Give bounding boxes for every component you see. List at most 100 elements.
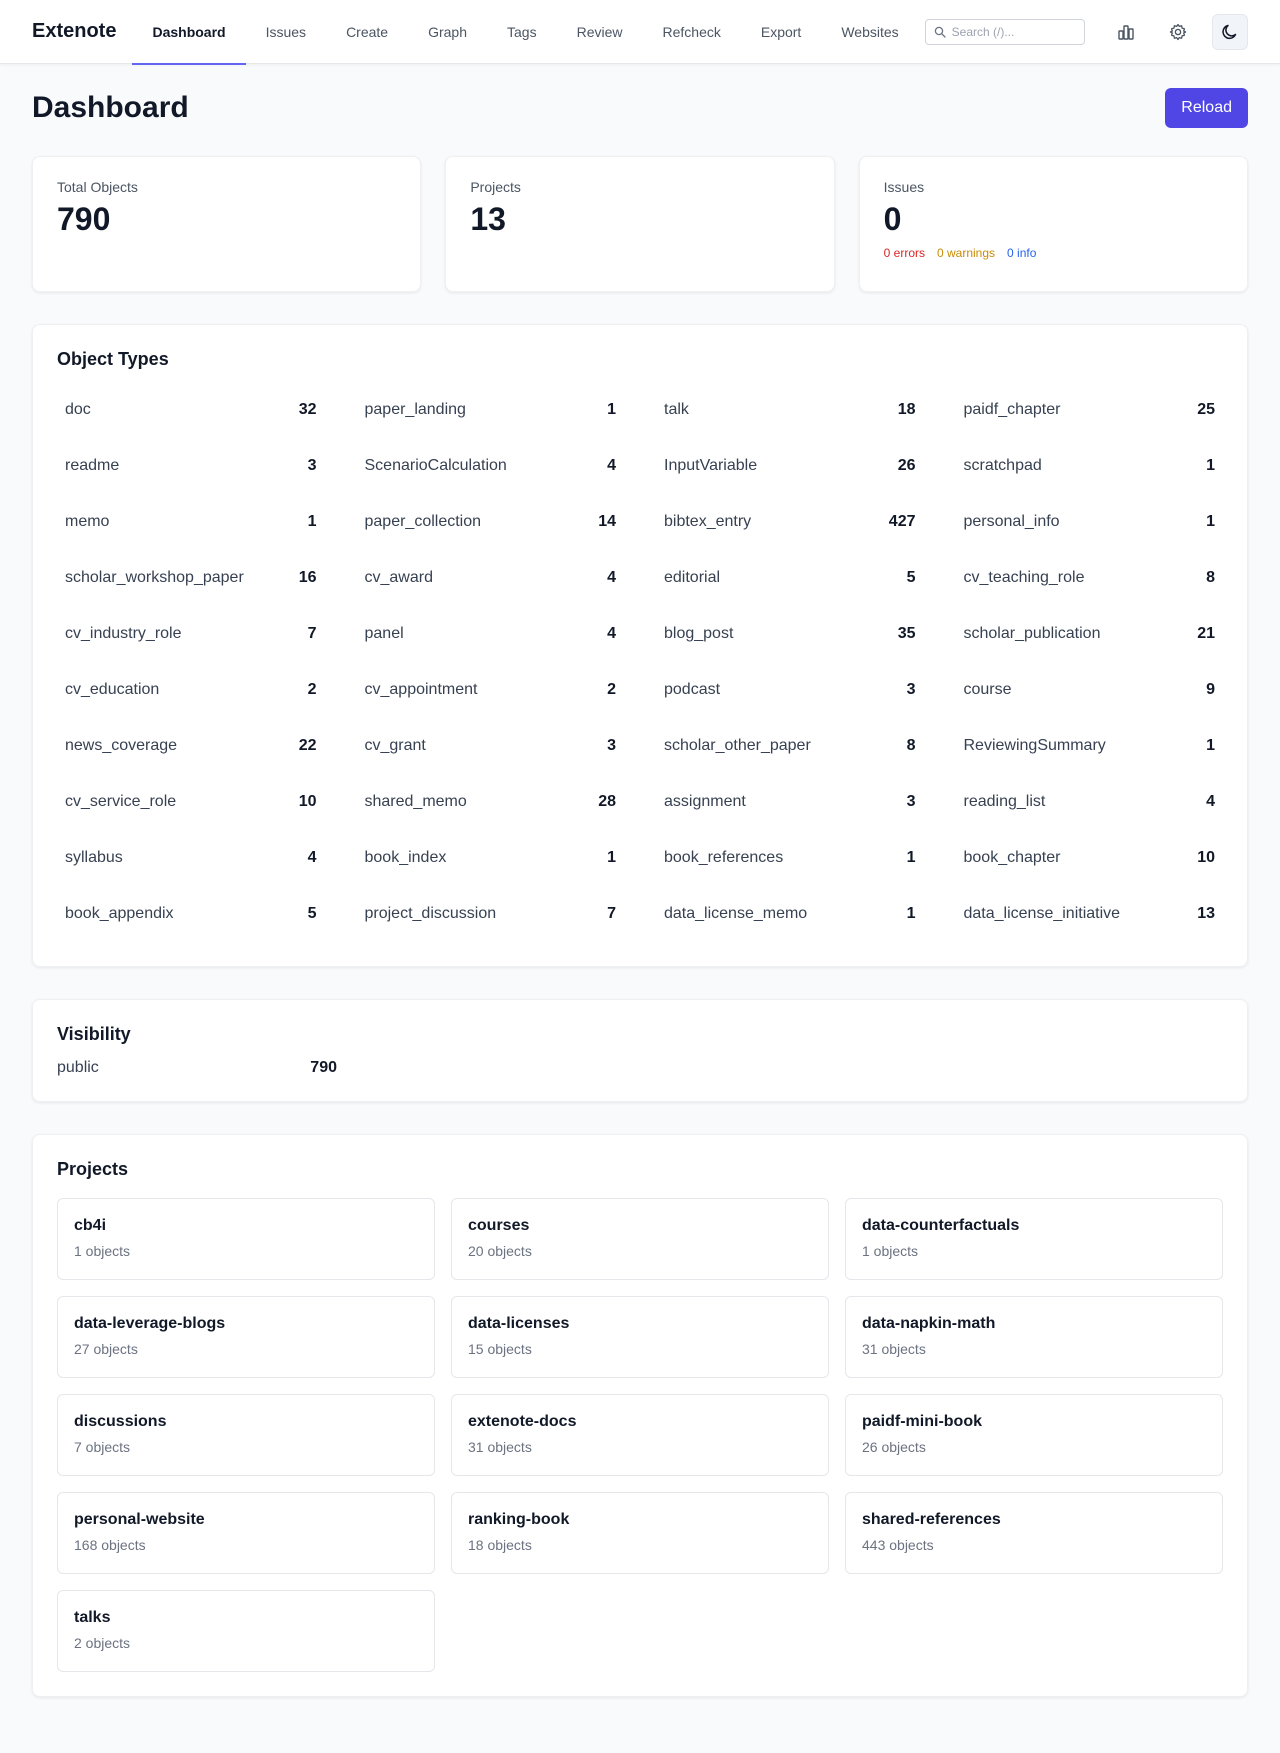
object-type-row[interactable]: blog_post 35: [656, 606, 924, 662]
object-type-row[interactable]: ScenarioCalculation 4: [357, 438, 625, 494]
bar-chart-icon: [1118, 24, 1134, 40]
object-type-row[interactable]: scholar_publication 21: [956, 606, 1224, 662]
object-type-row[interactable]: cv_service_role 10: [57, 774, 325, 830]
project-card[interactable]: data-leverage-blogs 27 objects: [57, 1296, 435, 1378]
projects-panel: Projects cb4i 1 objects courses 20 objects d…: [32, 1134, 1248, 1697]
project-card[interactable]: paidf-mini-book 26 objects: [845, 1394, 1223, 1476]
issues-card[interactable]: Issues 0 0 errors 0 warnings 0 info: [858, 156, 1248, 292]
object-type-count: 5: [906, 569, 916, 586]
object-type-count: 4: [607, 569, 616, 586]
reload-button[interactable]: Reload: [1165, 88, 1248, 128]
object-type-row[interactable]: scratchpad 1: [956, 438, 1224, 494]
object-type-row[interactable]: paidf_chapter 25: [956, 382, 1224, 438]
object-type-row[interactable]: personal_info 1: [956, 494, 1224, 550]
project-card[interactable]: cb4i 1 objects: [57, 1198, 435, 1280]
object-type-name: cv_award: [364, 569, 433, 586]
object-type-name: cv_education: [65, 681, 160, 698]
nav-issues[interactable]: Issues: [246, 0, 326, 64]
object-type-row[interactable]: podcast 3: [656, 662, 924, 718]
project-card[interactable]: courses 20 objects: [451, 1198, 829, 1280]
project-name: extenote-docs: [468, 1413, 577, 1430]
object-type-count: 7: [307, 625, 317, 642]
project-card[interactable]: personal-website 168 objects: [57, 1492, 435, 1574]
object-type-row[interactable]: InputVariable 26: [656, 438, 924, 494]
gear-icon: [1169, 23, 1187, 40]
object-type-row[interactable]: scholar_workshop_paper 16: [57, 550, 325, 606]
object-type-row[interactable]: ReviewingSummary 1: [956, 718, 1224, 774]
object-type-row[interactable]: data_license_memo 1: [656, 886, 924, 942]
project-card[interactable]: discussions 7 objects: [57, 1394, 435, 1476]
object-type-row[interactable]: cv_industry_role 7: [57, 606, 325, 662]
visibility-count: 790: [310, 1059, 337, 1076]
project-object-count: 20 objects: [468, 1243, 532, 1259]
object-type-name: panel: [364, 625, 404, 642]
object-type-row[interactable]: bibtex_entry 427: [656, 494, 924, 550]
nav-export[interactable]: Export: [741, 0, 821, 64]
object-type-name: podcast: [664, 681, 721, 698]
object-types-panel: Object Types doc 32 paper_landing 1 talk 18 pa…: [32, 324, 1248, 967]
stats-row: Total Objects 790 Projects 13 Issues 0 0…: [32, 156, 1248, 292]
settings-button[interactable]: [1160, 14, 1196, 50]
object-type-row[interactable]: book_appendix 5: [57, 886, 325, 942]
stat-value: 13: [470, 201, 506, 237]
object-type-row[interactable]: panel 4: [357, 606, 625, 662]
nav-websites[interactable]: Websites: [821, 0, 918, 64]
object-type-row[interactable]: data_license_initiative 13: [956, 886, 1224, 942]
object-type-row[interactable]: project_discussion 7: [357, 886, 625, 942]
nav-dashboard[interactable]: Dashboard: [132, 0, 246, 65]
object-type-row[interactable]: cv_grant 3: [357, 718, 625, 774]
object-type-count: 1: [906, 905, 916, 922]
project-name: talks: [74, 1609, 111, 1626]
object-type-row[interactable]: scholar_other_paper 8: [656, 718, 924, 774]
object-type-name: paper_collection: [364, 513, 482, 530]
object-type-name: project_discussion: [364, 905, 497, 922]
search-input[interactable]: [951, 24, 1072, 39]
object-type-row[interactable]: talk 18: [656, 382, 924, 438]
object-type-name: cv_service_role: [65, 793, 177, 810]
stats-button[interactable]: [1108, 14, 1144, 50]
object-type-row[interactable]: cv_award 4: [357, 550, 625, 606]
object-type-row[interactable]: paper_collection 14: [357, 494, 625, 550]
object-type-count: 3: [307, 457, 317, 474]
object-type-row[interactable]: news_coverage 22: [57, 718, 325, 774]
object-type-row[interactable]: memo 1: [57, 494, 325, 550]
object-type-row[interactable]: book_index 1: [357, 830, 625, 886]
object-type-row[interactable]: editorial 5: [656, 550, 924, 606]
project-card[interactable]: extenote-docs 31 objects: [451, 1394, 829, 1476]
project-card[interactable]: ranking-book 18 objects: [451, 1492, 829, 1574]
object-type-row[interactable]: reading_list 4: [956, 774, 1224, 830]
nav-refcheck[interactable]: Refcheck: [643, 0, 741, 64]
object-type-row[interactable]: cv_appointment 2: [357, 662, 625, 718]
object-type-row[interactable]: cv_education 2: [57, 662, 325, 718]
object-type-name: news_coverage: [65, 737, 178, 754]
object-type-row[interactable]: syllabus 4: [57, 830, 325, 886]
object-type-name: cv_grant: [364, 737, 426, 754]
stat-value: 0: [883, 201, 902, 237]
object-type-name: reading_list: [963, 793, 1046, 810]
project-card[interactable]: data-counterfactuals 1 objects: [845, 1198, 1223, 1280]
project-card[interactable]: shared-references 443 objects: [845, 1492, 1223, 1574]
nav-graph[interactable]: Graph: [408, 0, 487, 64]
section-title: Projects: [57, 1159, 129, 1179]
warnings-count: 0 warnings: [937, 246, 996, 260]
object-type-count: 16: [298, 569, 317, 586]
nav-create[interactable]: Create: [326, 0, 408, 64]
object-type-row[interactable]: readme 3: [57, 438, 325, 494]
project-card[interactable]: data-licenses 15 objects: [451, 1296, 829, 1378]
project-card[interactable]: data-napkin-math 31 objects: [845, 1296, 1223, 1378]
project-card[interactable]: talks 2 objects: [57, 1590, 435, 1672]
nav-review[interactable]: Review: [557, 0, 643, 64]
object-type-row[interactable]: cv_teaching_role 8: [956, 550, 1224, 606]
nav-tags[interactable]: Tags: [487, 0, 557, 64]
object-type-count: 9: [1206, 681, 1215, 698]
object-type-count: 1: [307, 513, 317, 530]
object-type-row[interactable]: shared_memo 28: [357, 774, 625, 830]
object-type-row[interactable]: course 9: [956, 662, 1224, 718]
object-type-row[interactable]: book_references 1: [656, 830, 924, 886]
theme-toggle-button[interactable]: [1212, 13, 1248, 50]
object-type-row[interactable]: paper_landing 1: [357, 382, 625, 438]
object-type-row[interactable]: book_chapter 10: [956, 830, 1224, 886]
object-type-row[interactable]: assignment 3: [656, 774, 924, 830]
brand-logo[interactable]: Extenote: [32, 20, 116, 43]
object-type-row[interactable]: doc 32: [57, 382, 325, 438]
